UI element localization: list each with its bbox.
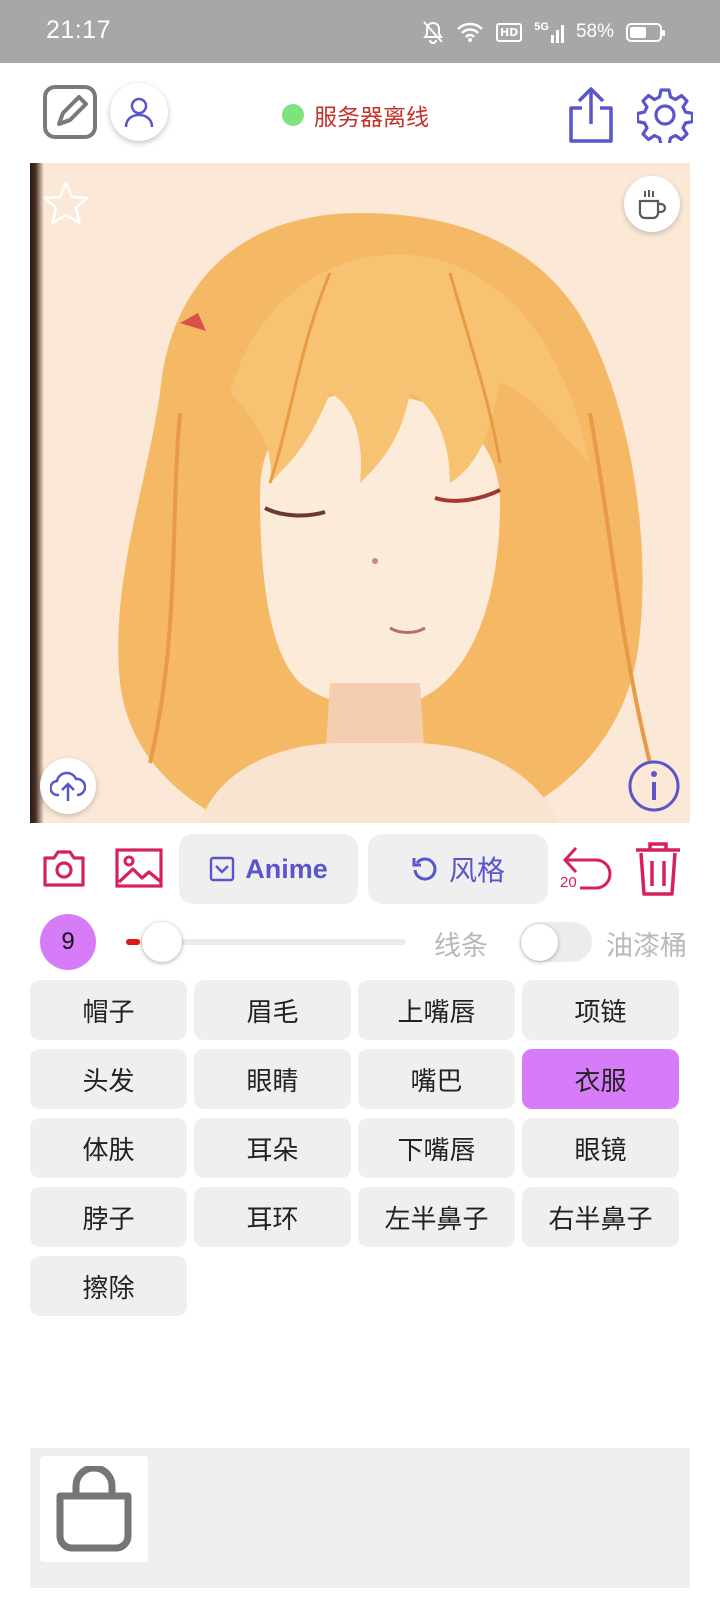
server-status-text: 服务器离线 xyxy=(314,105,429,131)
gallery-button[interactable] xyxy=(114,844,164,892)
gear-icon xyxy=(637,88,693,143)
camera-icon xyxy=(43,850,85,887)
trash-icon xyxy=(636,842,680,896)
label-button[interactable]: 嘴巴 xyxy=(358,1049,515,1109)
cloud-upload-icon xyxy=(50,771,86,801)
settings-button[interactable] xyxy=(636,86,694,144)
favorite-button[interactable] xyxy=(40,178,92,230)
label-button[interactable]: 帽子 xyxy=(30,980,187,1040)
anime-portrait-image xyxy=(30,163,690,823)
status-time: 21:17 xyxy=(46,16,112,44)
share-button[interactable] xyxy=(566,86,616,144)
style-label: 风格 xyxy=(448,854,505,887)
mode-bucket-label: 油漆桶 xyxy=(606,931,687,962)
wifi-icon xyxy=(457,22,483,42)
label-button[interactable]: 眉毛 xyxy=(194,980,351,1040)
label-button[interactable]: 左半鼻子 xyxy=(358,1187,515,1247)
toggle-knob xyxy=(521,924,558,961)
label-button[interactable]: 衣服 xyxy=(522,1049,679,1109)
slider-fill xyxy=(126,939,140,945)
server-status: 服务器离线 xyxy=(282,98,429,132)
image-canvas[interactable] xyxy=(30,163,690,823)
label-button[interactable]: 耳环 xyxy=(194,1187,351,1247)
user-button[interactable] xyxy=(110,83,168,141)
edit-button[interactable] xyxy=(42,84,98,140)
label-button[interactable]: 眼镜 xyxy=(522,1118,679,1178)
hd-badge: HD xyxy=(495,22,523,42)
label-button[interactable]: 体肤 xyxy=(30,1118,187,1178)
label-button[interactable]: 眼睛 xyxy=(194,1049,351,1109)
delete-button[interactable] xyxy=(632,840,684,898)
battery-percent: 58% xyxy=(575,21,614,42)
label-button[interactable]: 下嘴唇 xyxy=(358,1118,515,1178)
coffee-cup-icon xyxy=(638,190,667,220)
label-button[interactable]: 右半鼻子 xyxy=(522,1187,679,1247)
mute-icon xyxy=(423,21,443,44)
label-button[interactable]: 耳朵 xyxy=(194,1118,351,1178)
status-bar: 21:17 HD 5G 58% xyxy=(0,0,720,63)
style-button[interactable]: 风格 xyxy=(368,834,548,904)
undo-count: 20 xyxy=(560,874,577,891)
user-icon xyxy=(124,97,154,128)
anime-label: Anime xyxy=(245,853,328,884)
fill-mode-toggle[interactable] xyxy=(520,922,592,962)
camera-button[interactable] xyxy=(40,844,88,892)
label-button[interactable]: 脖子 xyxy=(30,1187,187,1247)
network-type: 5G xyxy=(534,21,549,33)
slider-thumb[interactable] xyxy=(142,922,182,962)
anime-button[interactable]: Anime xyxy=(179,834,358,904)
battery-icon xyxy=(626,22,665,42)
upload-button[interactable] xyxy=(40,758,96,814)
info-button[interactable] xyxy=(626,758,682,814)
label-button[interactable]: 擦除 xyxy=(30,1256,187,1316)
star-icon xyxy=(43,181,89,225)
info-icon xyxy=(628,760,680,812)
refresh-icon xyxy=(412,857,437,881)
image-icon xyxy=(115,848,163,888)
signal-icon: 5G xyxy=(534,21,564,43)
mode-lines-label: 线条 xyxy=(434,931,488,962)
status-icons: HD 5G 58% xyxy=(422,18,665,46)
image-edge-shadow xyxy=(30,163,44,823)
brush-size-badge[interactable]: 9 xyxy=(40,914,96,970)
edit-square-icon xyxy=(43,85,97,139)
server-status-dot xyxy=(282,104,304,126)
shop-button[interactable] xyxy=(40,1456,148,1562)
label-button[interactable]: 上嘴唇 xyxy=(358,980,515,1040)
label-button[interactable]: 头发 xyxy=(30,1049,187,1109)
shopping-bag-icon xyxy=(56,1466,132,1552)
label-button[interactable]: 项链 xyxy=(522,980,679,1040)
share-icon xyxy=(569,87,613,143)
checkbox-icon xyxy=(210,856,235,882)
coffee-button[interactable] xyxy=(624,176,680,232)
